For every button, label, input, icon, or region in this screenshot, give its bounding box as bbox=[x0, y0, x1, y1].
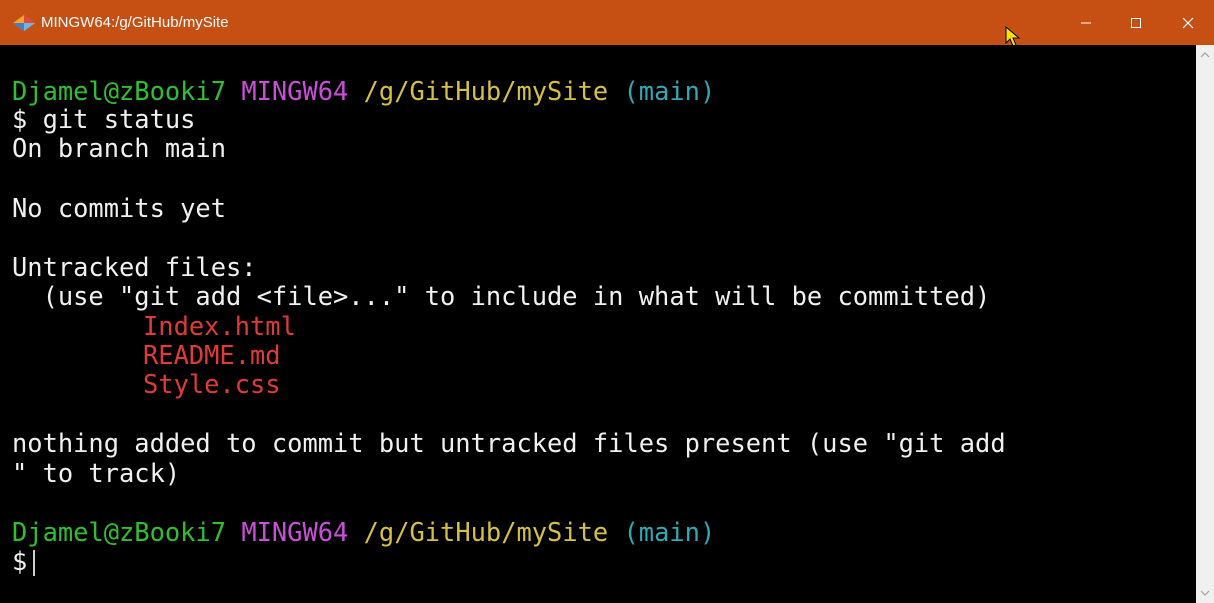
close-button[interactable] bbox=[1162, 0, 1214, 45]
title-bar[interactable]: MINGW64:/g/GitHub/mySite bbox=[0, 0, 1214, 47]
mintty-window: MINGW64:/g/GitHub/mySite Djamel@zBooki7 … bbox=[0, 0, 1214, 603]
maximize-button[interactable] bbox=[1110, 0, 1162, 45]
command-line: $ git status bbox=[12, 104, 195, 134]
untracked-file: README.md bbox=[143, 340, 281, 370]
prompt-line-1: Djamel@zBooki7 MINGW64 /g/GitHub/mySite … bbox=[12, 76, 715, 106]
minimize-icon bbox=[1081, 22, 1091, 23]
scroll-down-button[interactable] bbox=[1196, 583, 1214, 603]
prompt-branch: (main) bbox=[623, 517, 716, 547]
input-line[interactable]: $ bbox=[12, 546, 36, 576]
prompt-env: MINGW64 bbox=[241, 76, 349, 106]
git-diamond-icon bbox=[13, 15, 35, 31]
output-summary-line-1: nothing added to commit but untracked fi… bbox=[12, 428, 1006, 458]
untracked-file: Index.html bbox=[143, 311, 296, 341]
text-cursor bbox=[33, 550, 36, 576]
scroll-down-arrow-icon bbox=[1200, 590, 1210, 596]
prompt-user-host: Djamel@zBooki7 bbox=[12, 76, 227, 106]
untracked-file: Style.css bbox=[143, 369, 281, 399]
scroll-up-arrow-icon bbox=[1200, 52, 1210, 58]
vertical-scrollbar[interactable] bbox=[1196, 45, 1214, 603]
prompt-line-2: Djamel@zBooki7 MINGW64 /g/GitHub/mySite … bbox=[12, 517, 715, 547]
prompt-env: MINGW64 bbox=[241, 517, 349, 547]
output-on-branch: On branch main bbox=[12, 133, 227, 163]
window-title: MINGW64:/g/GitHub/mySite bbox=[41, 14, 229, 31]
prompt-user-host: Djamel@zBooki7 bbox=[12, 517, 227, 547]
command-text: git status bbox=[42, 104, 196, 134]
minimize-button[interactable] bbox=[1060, 0, 1112, 45]
prompt-path: /g/GitHub/mySite bbox=[363, 517, 609, 547]
terminal-area[interactable]: Djamel@zBooki7 MINGW64 /g/GitHub/mySite … bbox=[0, 45, 1196, 603]
scroll-up-button[interactable] bbox=[1196, 45, 1214, 65]
maximize-icon bbox=[1131, 17, 1141, 28]
prompt-path: /g/GitHub/mySite bbox=[363, 76, 609, 106]
output-untracked-header: Untracked files: bbox=[12, 252, 257, 282]
prompt-symbol: $ bbox=[12, 104, 28, 134]
output-summary-line-2: " to track) bbox=[12, 458, 181, 488]
output-hint: (use "git add <file>..." to include in w… bbox=[12, 281, 991, 311]
prompt-branch: (main) bbox=[623, 76, 716, 106]
close-icon bbox=[1182, 17, 1194, 28]
prompt-symbol: $ bbox=[12, 546, 28, 576]
output-no-commits: No commits yet bbox=[12, 193, 227, 223]
